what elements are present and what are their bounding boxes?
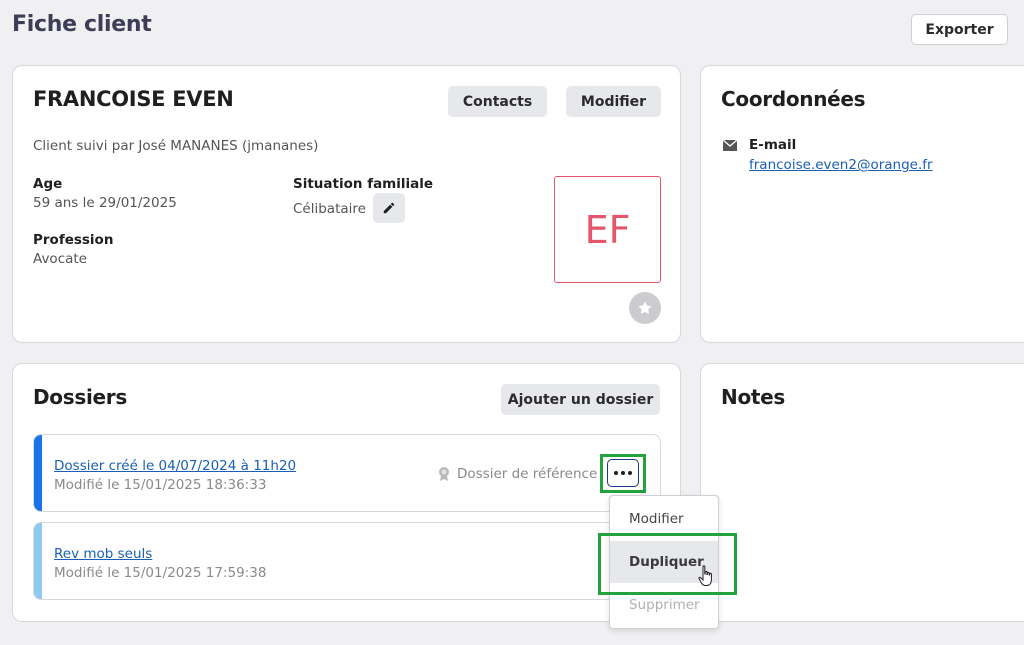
dossier-accent: [34, 435, 42, 511]
dossier-item: Rev mob seuls Modifié le 15/01/2025 17:5…: [33, 522, 661, 600]
pencil-icon: [383, 202, 395, 214]
contacts-button[interactable]: Contacts: [448, 86, 547, 117]
age-label: Age: [33, 176, 63, 192]
email-link[interactable]: francoise.even2@orange.fr: [749, 157, 933, 173]
duplicate-highlight: [598, 533, 737, 595]
situation-label: Situation familiale: [293, 176, 434, 192]
coordinates-card: Coordonnées E-mail francoise.even2@orang…: [700, 65, 1024, 343]
more-dots-icon: [628, 471, 632, 475]
more-options-button[interactable]: [607, 459, 639, 487]
reference-badge: Dossier de référence: [437, 466, 597, 482]
profession-value: Avocate: [33, 251, 87, 267]
avatar: EF: [554, 176, 661, 283]
edit-situation-button[interactable]: [373, 193, 405, 223]
envelope-icon: [723, 140, 737, 151]
page-title: Fiche client: [12, 12, 152, 37]
dossier-accent: [34, 523, 42, 599]
dossier-link[interactable]: Dossier créé le 04/07/2024 à 11h20: [54, 458, 296, 474]
add-dossier-button[interactable]: Ajouter un dossier: [501, 384, 660, 415]
hand-cursor-icon: [698, 565, 712, 586]
dossiers-title: Dossiers: [33, 385, 127, 409]
modify-client-button[interactable]: Modifier: [566, 86, 661, 117]
star-icon: [638, 301, 652, 314]
coordinates-title: Coordonnées: [721, 87, 866, 111]
more-dots-icon: [614, 471, 618, 475]
dossier-link[interactable]: Rev mob seuls: [54, 546, 152, 562]
age-value: 59 ans le 29/01/2025: [33, 195, 177, 211]
email-label: E-mail: [749, 137, 797, 153]
dossier-item: Dossier créé le 04/07/2024 à 11h20 Modif…: [33, 434, 661, 512]
award-icon: [439, 467, 449, 481]
notes-card: Notes: [700, 363, 1024, 622]
export-button[interactable]: Exporter: [911, 14, 1008, 45]
client-name: FRANCOISE EVEN: [33, 87, 234, 111]
followed-by-text: Client suivi par José MANANES (jmananes): [33, 138, 319, 154]
dossier-modified-date: Modifié le 15/01/2025 18:36:33: [54, 477, 267, 493]
reference-label: Dossier de référence: [457, 466, 598, 482]
dossiers-card: Dossiers Ajouter un dossier Dossier créé…: [12, 363, 681, 622]
profession-label: Profession: [33, 232, 114, 248]
situation-value: Célibataire: [293, 201, 366, 217]
more-dots-icon: [621, 471, 625, 475]
favorite-button[interactable]: [629, 292, 661, 324]
notes-title: Notes: [721, 385, 786, 409]
dossier-modified-date: Modifié le 15/01/2025 17:59:38: [54, 565, 267, 581]
client-card: FRANCOISE EVEN Contacts Modifier Client …: [12, 65, 681, 343]
